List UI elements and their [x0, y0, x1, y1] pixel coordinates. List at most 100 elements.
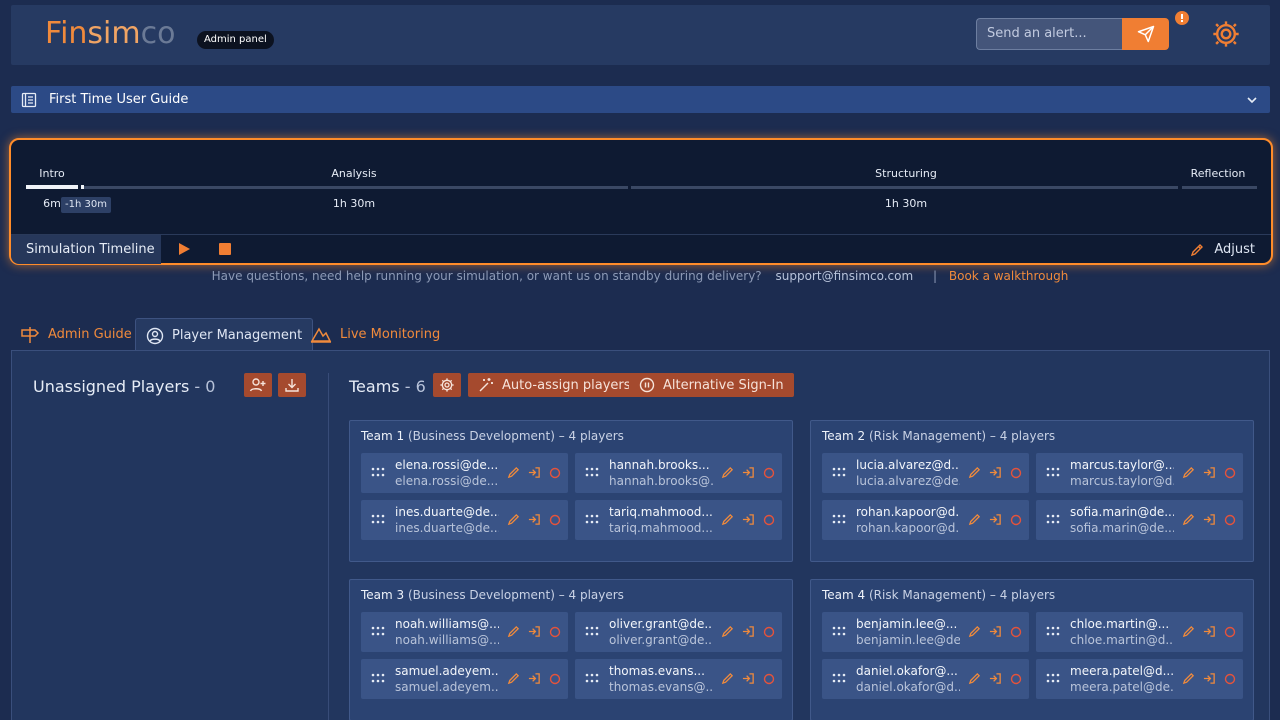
player-card[interactable]: meera.patel@d... meera.patel@de...: [1036, 659, 1243, 699]
player-card[interactable]: sofia.marin@de... sofia.marin@de...: [1036, 500, 1243, 540]
edit-icon[interactable]: [507, 672, 520, 685]
tab-player-management[interactable]: Player Management: [135, 318, 314, 352]
status-circle-icon[interactable]: [549, 467, 561, 479]
drag-handle-icon[interactable]: [1046, 673, 1060, 683]
drag-handle-icon[interactable]: [371, 514, 385, 524]
drag-handle-icon[interactable]: [1046, 514, 1060, 524]
download-button[interactable]: [278, 373, 306, 397]
support-email-link[interactable]: support@finsimco.com: [776, 269, 914, 283]
sign-in-icon[interactable]: [528, 625, 541, 638]
edit-icon[interactable]: [968, 466, 981, 479]
player-card[interactable]: oliver.grant@de... oliver.grant@de...: [575, 612, 782, 652]
drag-handle-icon[interactable]: [1046, 626, 1060, 636]
sign-in-icon[interactable]: [1203, 625, 1216, 638]
edit-icon[interactable]: [1182, 466, 1195, 479]
drag-handle-icon[interactable]: [371, 467, 385, 477]
player-card[interactable]: noah.williams@... noah.williams@...: [361, 612, 568, 652]
player-card[interactable]: samuel.adeyem... samuel.adeyem...: [361, 659, 568, 699]
sign-in-icon[interactable]: [742, 466, 755, 479]
tab-admin-guide[interactable]: Admin Guide: [10, 318, 142, 351]
drag-handle-icon[interactable]: [585, 673, 599, 683]
status-circle-icon[interactable]: [1010, 467, 1022, 479]
team-settings-button[interactable]: [433, 373, 461, 397]
edit-icon[interactable]: [1182, 513, 1195, 526]
player-card[interactable]: rohan.kapoor@d... rohan.kapoor@d...: [822, 500, 1029, 540]
status-circle-icon[interactable]: [1010, 626, 1022, 638]
edit-icon[interactable]: [507, 466, 520, 479]
sign-in-icon[interactable]: [989, 625, 1002, 638]
drag-handle-icon[interactable]: [371, 673, 385, 683]
player-card[interactable]: thomas.evans... thomas.evans@...: [575, 659, 782, 699]
status-circle-icon[interactable]: [1224, 467, 1236, 479]
player-card[interactable]: marcus.taylor@... marcus.taylor@d...: [1036, 453, 1243, 493]
edit-icon[interactable]: [968, 672, 981, 685]
status-circle-icon[interactable]: [1224, 514, 1236, 526]
status-circle-icon[interactable]: [549, 514, 561, 526]
sign-in-icon[interactable]: [742, 625, 755, 638]
player-card[interactable]: lucia.alvarez@d... lucia.alvarez@de...: [822, 453, 1029, 493]
status-circle-icon[interactable]: [1010, 673, 1022, 685]
sign-in-icon[interactable]: [989, 466, 1002, 479]
status-circle-icon[interactable]: [763, 467, 775, 479]
player-card[interactable]: tariq.mahmood... tariq.mahmood...: [575, 500, 782, 540]
edit-icon[interactable]: [968, 625, 981, 638]
sign-in-icon[interactable]: [989, 672, 1002, 685]
status-circle-icon[interactable]: [549, 626, 561, 638]
auto-assign-players-button[interactable]: Auto-assign players: [468, 373, 641, 397]
drag-handle-icon[interactable]: [585, 514, 599, 524]
player-card[interactable]: ines.duarte@de... ines.duarte@de...: [361, 500, 568, 540]
sign-in-icon[interactable]: [1203, 672, 1216, 685]
add-player-button[interactable]: [244, 373, 272, 397]
edit-icon[interactable]: [721, 513, 734, 526]
drag-handle-icon[interactable]: [832, 467, 846, 477]
sign-in-icon[interactable]: [528, 513, 541, 526]
player-email: marcus.taylor@...: [1070, 458, 1174, 472]
play-button[interactable]: [177, 242, 191, 256]
drag-handle-icon[interactable]: [832, 673, 846, 683]
tab-live-monitoring[interactable]: Live Monitoring: [300, 318, 450, 351]
sign-in-icon[interactable]: [1203, 513, 1216, 526]
edit-icon[interactable]: [721, 466, 734, 479]
sign-in-icon[interactable]: [528, 466, 541, 479]
sign-in-icon[interactable]: [1203, 466, 1216, 479]
status-circle-icon[interactable]: [763, 514, 775, 526]
edit-icon[interactable]: [507, 513, 520, 526]
sign-in-icon[interactable]: [989, 513, 1002, 526]
status-circle-icon[interactable]: [763, 673, 775, 685]
edit-icon[interactable]: [507, 625, 520, 638]
sign-in-icon[interactable]: [742, 513, 755, 526]
adjust-button[interactable]: Adjust: [1190, 235, 1255, 264]
status-circle-icon[interactable]: [1010, 514, 1022, 526]
drag-handle-icon[interactable]: [832, 514, 846, 524]
book-walkthrough-link[interactable]: Book a walkthrough: [949, 269, 1068, 283]
status-circle-icon[interactable]: [1224, 673, 1236, 685]
edit-icon[interactable]: [1182, 625, 1195, 638]
drag-handle-icon[interactable]: [585, 626, 599, 636]
drag-handle-icon[interactable]: [832, 626, 846, 636]
status-circle-icon[interactable]: [763, 626, 775, 638]
player-card[interactable]: hannah.brooks... hannah.brooks@...: [575, 453, 782, 493]
player-card[interactable]: benjamin.lee@... benjamin.lee@de...: [822, 612, 1029, 652]
player-card[interactable]: elena.rossi@de... elena.rossi@de...: [361, 453, 568, 493]
settings-button[interactable]: [1210, 18, 1242, 50]
drag-handle-icon[interactable]: [585, 467, 599, 477]
drag-handle-icon[interactable]: [371, 626, 385, 636]
status-circle-icon[interactable]: [549, 673, 561, 685]
edit-icon[interactable]: [1182, 672, 1195, 685]
sign-in-icon[interactable]: [742, 672, 755, 685]
player-card[interactable]: chloe.martin@... chloe.martin@d...: [1036, 612, 1243, 652]
player-card[interactable]: daniel.okafor@... daniel.okafor@d...: [822, 659, 1029, 699]
edit-icon[interactable]: [721, 625, 734, 638]
phase-track-reflection: [1182, 186, 1257, 189]
status-circle-icon[interactable]: [1224, 626, 1236, 638]
stop-button[interactable]: [219, 243, 231, 255]
edit-icon[interactable]: [968, 513, 981, 526]
alert-input[interactable]: Send an alert...: [976, 18, 1123, 50]
sign-in-icon[interactable]: [528, 672, 541, 685]
logo: Finsimco: [45, 17, 175, 51]
first-time-user-guide-bar[interactable]: First Time User Guide: [11, 86, 1270, 113]
edit-icon[interactable]: [721, 672, 734, 685]
send-alert-button[interactable]: [1122, 18, 1169, 50]
drag-handle-icon[interactable]: [1046, 467, 1060, 477]
alternative-sign-in-button[interactable]: Alternative Sign-In: [629, 373, 794, 397]
